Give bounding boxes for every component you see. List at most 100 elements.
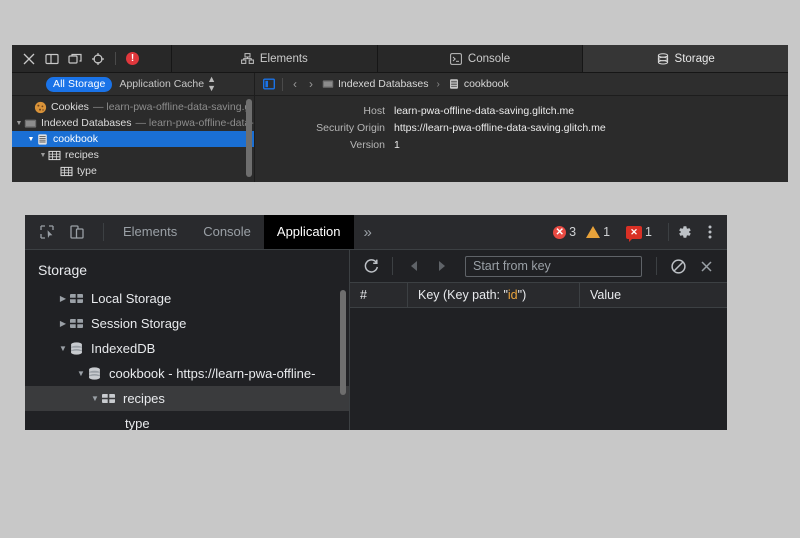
top-tab-console[interactable]: Console: [378, 45, 584, 72]
tree-item-cookies-label: Cookies: [51, 101, 89, 113]
toolbar-divider: [392, 257, 393, 275]
top-panel-body: All Storage Application Cache ▲▼: [12, 73, 788, 182]
top-tab-storage-label: Storage: [675, 53, 715, 65]
all-storage-filter-button[interactable]: All Storage: [46, 77, 112, 92]
screenshot-root: ! Elements Console: [0, 0, 800, 538]
tab-elements[interactable]: Elements: [110, 215, 190, 249]
folder-icon: [24, 117, 37, 130]
breadcrumb-indexed-databases[interactable]: Indexed Databases: [322, 78, 428, 90]
more-tabs-icon[interactable]: »: [354, 224, 380, 241]
application-sidebar: Storage ▶ Local Storage ▶ Session S: [25, 250, 350, 430]
tree-item-type[interactable]: type: [12, 163, 254, 179]
prev-page-icon[interactable]: [401, 254, 427, 278]
toolbar-divider: [115, 52, 116, 65]
elements-icon: [241, 53, 254, 64]
sidebar-item-type-label: type: [125, 416, 150, 430]
sidebar-item-session-storage[interactable]: ▶ Session Storage: [25, 311, 349, 336]
dock-bottom-icon[interactable]: [45, 52, 59, 66]
twisty-expanded-icon[interactable]: ▼: [38, 152, 48, 159]
tree-item-cookies[interactable]: Cookies — learn-pwa-offline-data-saving.…: [12, 99, 254, 115]
storage-sidebar: All Storage Application Cache ▲▼: [12, 73, 255, 182]
database-icon: [69, 341, 84, 356]
column-header-index[interactable]: #: [350, 283, 408, 307]
twisty-expanded-icon[interactable]: ▼: [57, 344, 69, 353]
twisty-collapsed-icon[interactable]: ▶: [57, 294, 69, 303]
table-icon: [60, 165, 73, 178]
property-row-host: Host learn-pwa-offline-data-saving.glitc…: [255, 105, 788, 117]
table-icon: [69, 291, 84, 306]
database-icon: [448, 78, 460, 90]
column-header-value[interactable]: Value: [580, 283, 727, 307]
breadcrumb-cookbook[interactable]: cookbook: [448, 78, 509, 90]
chrome-devtools-panel: Elements Console Application » ✕ 3 1 ✕ 1: [25, 215, 727, 430]
application-cache-select[interactable]: Application Cache ▲▼: [119, 75, 216, 93]
property-security-origin-key: Security Origin: [255, 122, 394, 134]
delete-selected-icon[interactable]: [693, 254, 719, 278]
twisty-expanded-icon[interactable]: ▼: [75, 369, 87, 378]
sidebar-item-recipes-label: recipes: [123, 391, 165, 406]
column-header-key-suffix: "): [518, 288, 527, 302]
tree-item-recipes[interactable]: ▼ recipes: [12, 147, 254, 163]
column-header-key-prefix: Key (Key path: ": [418, 288, 508, 302]
toolbar-divider: [656, 257, 657, 275]
issues-counter[interactable]: ✕ 1: [626, 225, 652, 239]
sidebar-scrollbar[interactable]: [340, 290, 346, 395]
top-tab-elements-label: Elements: [260, 53, 308, 65]
twisty-expanded-icon[interactable]: ▼: [89, 394, 101, 403]
property-row-version: Version 1: [255, 139, 788, 151]
table-icon: [69, 316, 84, 331]
next-page-icon[interactable]: [429, 254, 455, 278]
console-icon: [450, 53, 462, 65]
sidebar-item-indexeddb[interactable]: ▼ IndexedDB: [25, 336, 349, 361]
storage-icon: [657, 53, 669, 65]
top-tab-bar: ! Elements Console: [12, 45, 788, 73]
data-grid-header: # Key (Key path: "id") Value: [350, 283, 727, 308]
gear-icon[interactable]: [675, 223, 693, 241]
refresh-icon[interactable]: [358, 254, 384, 278]
twisty-expanded-icon[interactable]: ▼: [14, 120, 24, 127]
forward-button[interactable]: ›: [306, 77, 316, 91]
sidebar-item-local-storage[interactable]: ▶ Local Storage: [25, 286, 349, 311]
inspect-element-icon[interactable]: [39, 224, 55, 240]
toolbar-divider: [103, 223, 104, 241]
sidebar-section-title: Storage: [25, 250, 349, 286]
sidebar-item-recipes[interactable]: ▼ recipes: [25, 386, 349, 411]
device-toolbar-icon[interactable]: [69, 224, 85, 240]
toolbar-divider: [282, 78, 283, 91]
database-properties: Host learn-pwa-offline-data-saving.glitc…: [255, 105, 788, 151]
column-header-key[interactable]: Key (Key path: "id"): [408, 283, 580, 307]
panel-toggle-icon[interactable]: [263, 78, 275, 90]
close-icon[interactable]: [22, 52, 36, 66]
sidebar-item-type[interactable]: type: [25, 411, 349, 430]
clear-object-store-icon[interactable]: [665, 254, 691, 278]
top-tab-elements[interactable]: Elements: [172, 45, 378, 72]
top-tab-storage[interactable]: Storage: [583, 45, 788, 72]
error-indicator-icon[interactable]: !: [126, 52, 139, 65]
sidebar-item-cookbook[interactable]: ▼ cookbook - https://learn-pwa-offline-: [25, 361, 349, 386]
dock-window-icon[interactable]: [68, 52, 82, 66]
error-counter[interactable]: ✕ 3: [553, 225, 576, 239]
tree-item-cookbook[interactable]: ▼ cookbook: [12, 131, 254, 147]
tree-item-indexed-databases[interactable]: ▼ Indexed Databases — learn-pwa-offline-…: [12, 115, 254, 131]
database-icon: [87, 366, 102, 381]
tree-item-type-label: type: [77, 165, 97, 177]
twisty-expanded-icon[interactable]: ▼: [26, 136, 36, 143]
inspect-target-icon[interactable]: [91, 52, 105, 66]
start-from-key-input[interactable]: [465, 256, 642, 277]
data-grid-body[interactable]: [350, 308, 727, 408]
breadcrumb-indexed-databases-label: Indexed Databases: [338, 78, 428, 90]
back-button[interactable]: ‹: [290, 77, 300, 91]
property-host-key: Host: [255, 105, 394, 117]
kebab-menu-icon[interactable]: [703, 223, 717, 241]
tab-application[interactable]: Application: [264, 215, 354, 249]
sidebar-scrollbar[interactable]: [246, 99, 252, 177]
issues-counter-group[interactable]: ✕ 1: [620, 223, 658, 241]
twisty-collapsed-icon[interactable]: ▶: [57, 319, 69, 328]
table-icon: [101, 391, 116, 406]
tab-console[interactable]: Console: [190, 215, 264, 249]
console-counters[interactable]: ✕ 3 1: [547, 223, 616, 241]
warning-counter[interactable]: 1: [586, 225, 610, 239]
tree-item-recipes-label: recipes: [65, 149, 99, 161]
sidebar-item-indexeddb-label: IndexedDB: [91, 341, 155, 356]
error-count: 3: [569, 225, 576, 239]
